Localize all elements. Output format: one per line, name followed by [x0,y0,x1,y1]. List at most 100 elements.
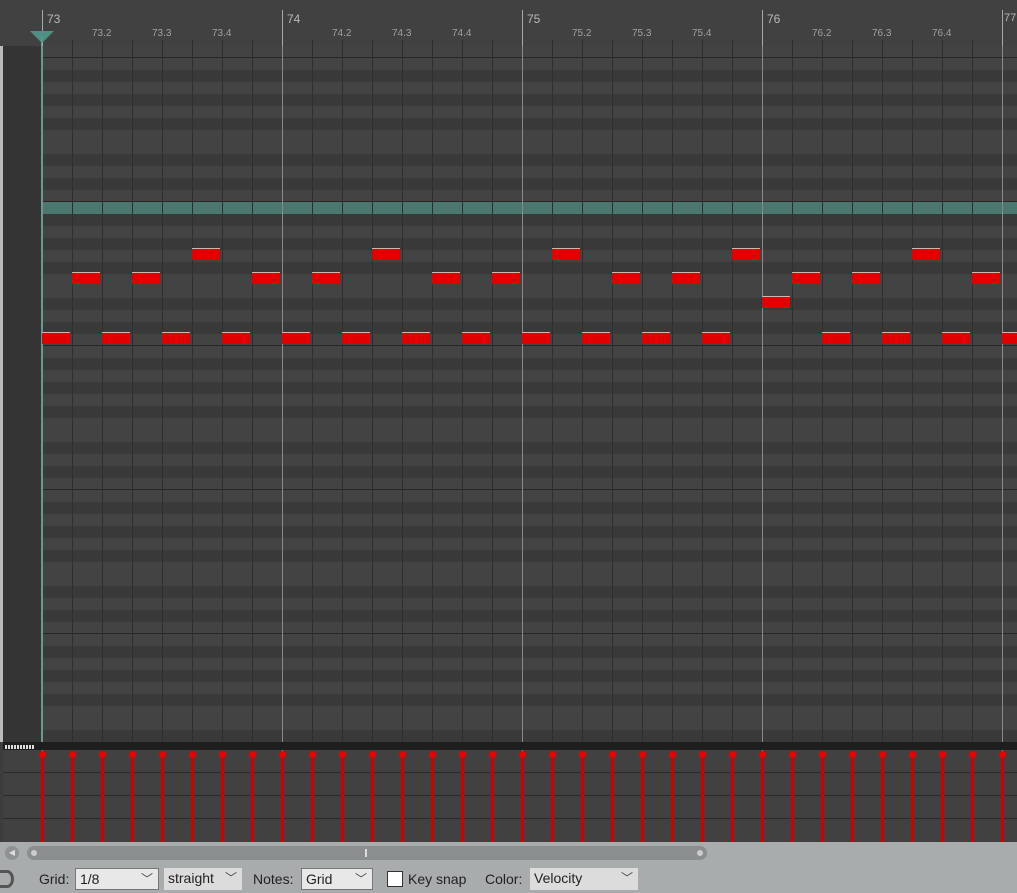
midi-note[interactable] [972,272,1000,284]
velocity-stem[interactable] [369,751,376,842]
midi-note[interactable] [492,272,520,284]
velocity-handle[interactable] [309,751,316,758]
midi-note[interactable] [132,272,160,284]
velocity-stem[interactable] [729,751,736,842]
velocity-stem[interactable] [519,751,526,842]
velocity-handle[interactable] [849,751,856,758]
scroll-thumb-start[interactable] [31,850,37,856]
velocity-handle[interactable] [549,751,556,758]
velocity-handle[interactable] [759,751,766,758]
velocity-handle[interactable] [159,751,166,758]
velocity-stem[interactable] [819,751,826,842]
velocity-handle[interactable] [789,751,796,758]
velocity-stem[interactable] [129,751,136,842]
velocity-handle[interactable] [189,751,196,758]
velocity-stem[interactable] [69,751,76,842]
velocity-handle[interactable] [429,751,436,758]
velocity-stem[interactable] [759,751,766,842]
velocity-stem[interactable] [189,751,196,842]
midi-note[interactable] [72,272,100,284]
key-snap-checkbox[interactable] [387,871,403,887]
velocity-stem[interactable] [39,751,46,842]
notes-select[interactable]: Grid ﹀ [301,868,373,890]
midi-note[interactable] [282,332,310,344]
velocity-handle[interactable] [879,751,886,758]
refresh-icon[interactable] [0,870,14,888]
velocity-handle[interactable] [699,751,706,758]
midi-note[interactable] [162,332,190,344]
velocity-stem[interactable] [789,751,796,842]
velocity-handle[interactable] [39,751,46,758]
velocity-handle[interactable] [519,751,526,758]
midi-note[interactable] [222,332,250,344]
midi-note[interactable] [852,272,880,284]
velocity-stem[interactable] [99,751,106,842]
velocity-stem[interactable] [609,751,616,842]
velocity-stem[interactable] [399,751,406,842]
midi-note[interactable] [942,332,970,344]
midi-note[interactable] [192,248,220,260]
velocity-stem[interactable] [639,751,646,842]
velocity-stem[interactable] [159,751,166,842]
midi-note[interactable] [612,272,640,284]
grid-select[interactable]: 1/8 ﹀ [75,868,159,890]
velocity-stem[interactable] [999,751,1006,842]
midi-note[interactable] [252,272,280,284]
velocity-handle[interactable] [939,751,946,758]
velocity-stem[interactable] [429,751,436,842]
velocity-stem[interactable] [249,751,256,842]
midi-note[interactable] [882,332,910,344]
arrow-left-icon[interactable]: ◀ [5,846,19,860]
velocity-handle[interactable] [819,751,826,758]
midi-note[interactable] [372,248,400,260]
piano-keyboard[interactable] [0,46,42,742]
midi-note[interactable] [102,332,130,344]
midi-note[interactable] [582,332,610,344]
velocity-handle[interactable] [639,751,646,758]
midi-note[interactable] [312,272,340,284]
velocity-stem[interactable] [969,751,976,842]
velocity-handle[interactable] [279,751,286,758]
velocity-handle[interactable] [489,751,496,758]
lane-resize-handle[interactable] [5,745,35,749]
midi-note[interactable] [402,332,430,344]
midi-note[interactable] [342,332,370,344]
velocity-handle[interactable] [369,751,376,758]
velocity-handle[interactable] [729,751,736,758]
scroll-thumb-end[interactable] [697,850,703,856]
playhead-marker-icon[interactable] [30,31,54,43]
midi-note[interactable] [42,332,70,344]
midi-note[interactable] [702,332,730,344]
midi-note[interactable] [552,248,580,260]
velocity-handle[interactable] [459,751,466,758]
midi-note[interactable] [732,248,760,260]
velocity-stem[interactable] [579,751,586,842]
velocity-handle[interactable] [969,751,976,758]
velocity-handle[interactable] [669,751,676,758]
velocity-handle[interactable] [999,751,1006,758]
midi-note[interactable] [672,272,700,284]
velocity-handle[interactable] [99,751,106,758]
midi-note[interactable] [822,332,850,344]
piano-roll-grid[interactable] [42,46,1017,742]
horizontal-scrollbar[interactable]: ◀ [0,842,1017,864]
velocity-handle[interactable] [249,751,256,758]
velocity-stem[interactable] [849,751,856,842]
midi-note[interactable] [1002,332,1017,344]
velocity-stem[interactable] [879,751,886,842]
midi-note[interactable] [792,272,820,284]
velocity-handle[interactable] [339,751,346,758]
color-select[interactable]: Velocity ﹀ [530,868,638,890]
velocity-handle[interactable] [129,751,136,758]
midi-note[interactable] [462,332,490,344]
velocity-handle[interactable] [909,751,916,758]
midi-note[interactable] [522,332,550,344]
velocity-handle[interactable] [69,751,76,758]
velocity-stem[interactable] [939,751,946,842]
velocity-stem[interactable] [549,751,556,842]
velocity-stem[interactable] [279,751,286,842]
midi-note[interactable] [432,272,460,284]
swing-select[interactable]: straight ﹀ [164,868,242,890]
velocity-stem[interactable] [219,751,226,842]
midi-note[interactable] [642,332,670,344]
